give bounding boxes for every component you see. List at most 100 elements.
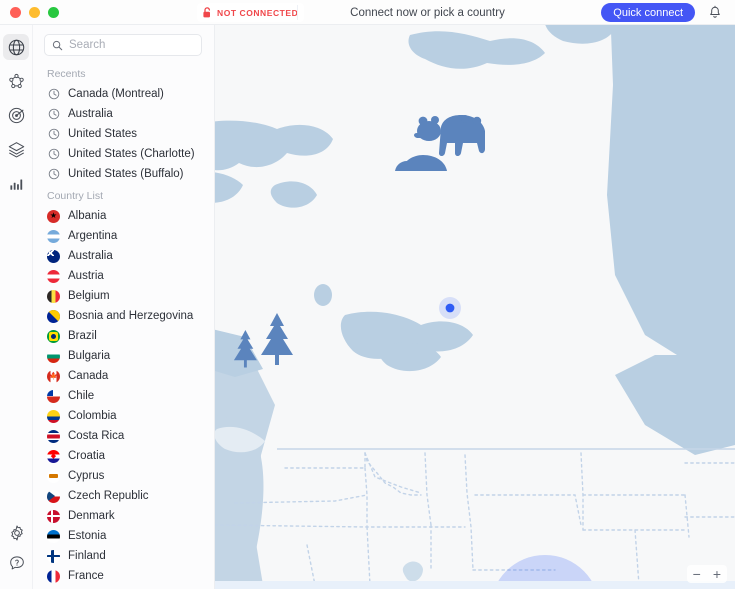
sidebar-item-threat-protection[interactable] xyxy=(3,102,29,128)
flag-icon xyxy=(47,549,60,563)
list-item[interactable]: Cyprus xyxy=(33,466,214,486)
sidebar-item-globe[interactable] xyxy=(3,34,29,60)
country-list: ★ Albania Argentina Australia Austria Belgium… xyxy=(33,206,214,586)
clock-icon xyxy=(47,88,60,101)
list-item-label: Chile xyxy=(68,390,95,402)
flag-icon xyxy=(47,289,60,303)
list-item[interactable]: Brazil xyxy=(33,326,214,346)
location-sidebar: Recents Canada (Montreal) Australia xyxy=(33,25,215,589)
list-item[interactable]: Czech Republic xyxy=(33,486,214,506)
recents-header: Recents xyxy=(47,68,86,80)
list-item[interactable]: Argentina xyxy=(33,226,214,246)
flag-icon xyxy=(47,249,60,263)
sidebar-item-meshnet[interactable] xyxy=(3,68,29,94)
country-list-header: Country List xyxy=(47,190,104,202)
zoom-in-button[interactable]: + xyxy=(713,567,721,581)
titlebar-divider xyxy=(297,5,298,20)
list-item-label: France xyxy=(68,570,104,582)
app-window: NOT CONNECTED Connect now or pick a coun… xyxy=(0,0,735,589)
status-badge: NOT CONNECTED xyxy=(197,3,305,22)
sidebar-item-help[interactable] xyxy=(4,550,30,576)
list-item[interactable]: Belgium xyxy=(33,286,214,306)
recents-list: Canada (Montreal) Australia United State… xyxy=(33,84,214,184)
flag-icon xyxy=(47,329,60,343)
sidebar-item-layers[interactable] xyxy=(3,136,29,162)
list-item[interactable]: Australia xyxy=(33,246,214,266)
list-item[interactable]: Bosnia and Herzegovina xyxy=(33,306,214,326)
list-item[interactable]: Estonia xyxy=(33,526,214,546)
maximize-button[interactable] xyxy=(48,6,59,18)
sidebar-item-statistics[interactable] xyxy=(3,170,29,196)
flag-icon: 🍁 xyxy=(47,369,60,383)
list-item[interactable]: Colombia xyxy=(33,406,214,426)
list-item-label: Austria xyxy=(68,270,104,282)
flag-icon xyxy=(47,569,60,583)
list-item-label: Denmark xyxy=(68,510,115,522)
list-item-label: Costa Rica xyxy=(68,430,125,442)
list-item-label: Canada xyxy=(68,370,109,382)
list-item-label: Bulgaria xyxy=(68,350,111,362)
map-canvas[interactable]: − + xyxy=(215,25,735,589)
sidebar-item-settings[interactable] xyxy=(4,520,30,546)
list-item[interactable]: Austria xyxy=(33,266,214,286)
title-bar: NOT CONNECTED Connect now or pick a coun… xyxy=(0,0,735,25)
map-vector xyxy=(215,25,735,589)
connect-hint: Connect now or pick a country xyxy=(350,6,505,19)
flag-icon xyxy=(47,349,60,363)
flag-icon xyxy=(47,229,60,243)
list-item-label: Argentina xyxy=(68,230,118,242)
list-item-label: Colombia xyxy=(68,410,117,422)
list-item-label: Croatia xyxy=(68,450,106,462)
list-item[interactable]: ★ Albania xyxy=(33,206,214,226)
list-item-label: Bosnia and Herzegovina xyxy=(68,310,194,322)
list-item-label: Cyprus xyxy=(68,470,105,482)
flag-icon: ★ xyxy=(47,209,60,223)
list-item[interactable]: France xyxy=(33,566,214,586)
status-text: NOT CONNECTED xyxy=(217,7,299,18)
list-item[interactable]: Finland xyxy=(33,546,214,566)
zoom-out-button[interactable]: − xyxy=(693,567,701,581)
flag-icon xyxy=(47,269,60,283)
flag-icon xyxy=(47,429,60,443)
list-item[interactable]: ◆ Croatia xyxy=(33,446,214,466)
clock-icon xyxy=(47,168,60,181)
clock-icon xyxy=(47,148,60,161)
list-item[interactable]: Bulgaria xyxy=(33,346,214,366)
list-item-label: Australia xyxy=(68,108,113,120)
list-item[interactable]: Denmark xyxy=(33,506,214,526)
list-item-label: Czech Republic xyxy=(68,490,149,502)
list-item[interactable]: 🍁 Canada xyxy=(33,366,214,386)
list-item-label: Finland xyxy=(68,550,106,562)
list-item[interactable]: Canada (Montreal) xyxy=(33,84,214,104)
notification-bell-icon[interactable] xyxy=(707,5,723,21)
search-icon xyxy=(52,40,63,50)
flag-icon xyxy=(47,409,60,423)
list-item-label: Belgium xyxy=(68,290,110,302)
list-item-label: Canada (Montreal) xyxy=(68,88,164,100)
clock-icon xyxy=(47,108,60,121)
unlocked-padlock-icon xyxy=(203,7,212,18)
list-item[interactable]: United States (Charlotte) xyxy=(33,144,214,164)
flag-icon xyxy=(47,389,60,403)
server-marker xyxy=(439,297,461,319)
clock-icon xyxy=(47,128,60,141)
list-item[interactable]: Chile xyxy=(33,386,214,406)
quick-connect-button[interactable]: Quick connect xyxy=(601,3,695,22)
minimize-button[interactable] xyxy=(29,6,40,18)
flag-icon xyxy=(47,309,60,323)
search-input[interactable] xyxy=(69,39,194,51)
list-item-label: Australia xyxy=(68,250,113,262)
app-body: Recents Canada (Montreal) Australia xyxy=(0,25,735,589)
flag-icon xyxy=(47,469,60,483)
flag-icon: ◆ xyxy=(47,449,60,463)
search-box[interactable] xyxy=(44,34,202,56)
list-item-label: United States (Charlotte) xyxy=(68,148,195,160)
list-item[interactable]: Costa Rica xyxy=(33,426,214,446)
flag-icon xyxy=(47,529,60,543)
list-item[interactable]: Australia xyxy=(33,104,214,124)
window-controls xyxy=(0,6,59,18)
close-button[interactable] xyxy=(10,6,21,18)
list-item[interactable]: United States xyxy=(33,124,214,144)
rail-bottom-group xyxy=(0,520,33,580)
list-item[interactable]: United States (Buffalo) xyxy=(33,164,214,184)
